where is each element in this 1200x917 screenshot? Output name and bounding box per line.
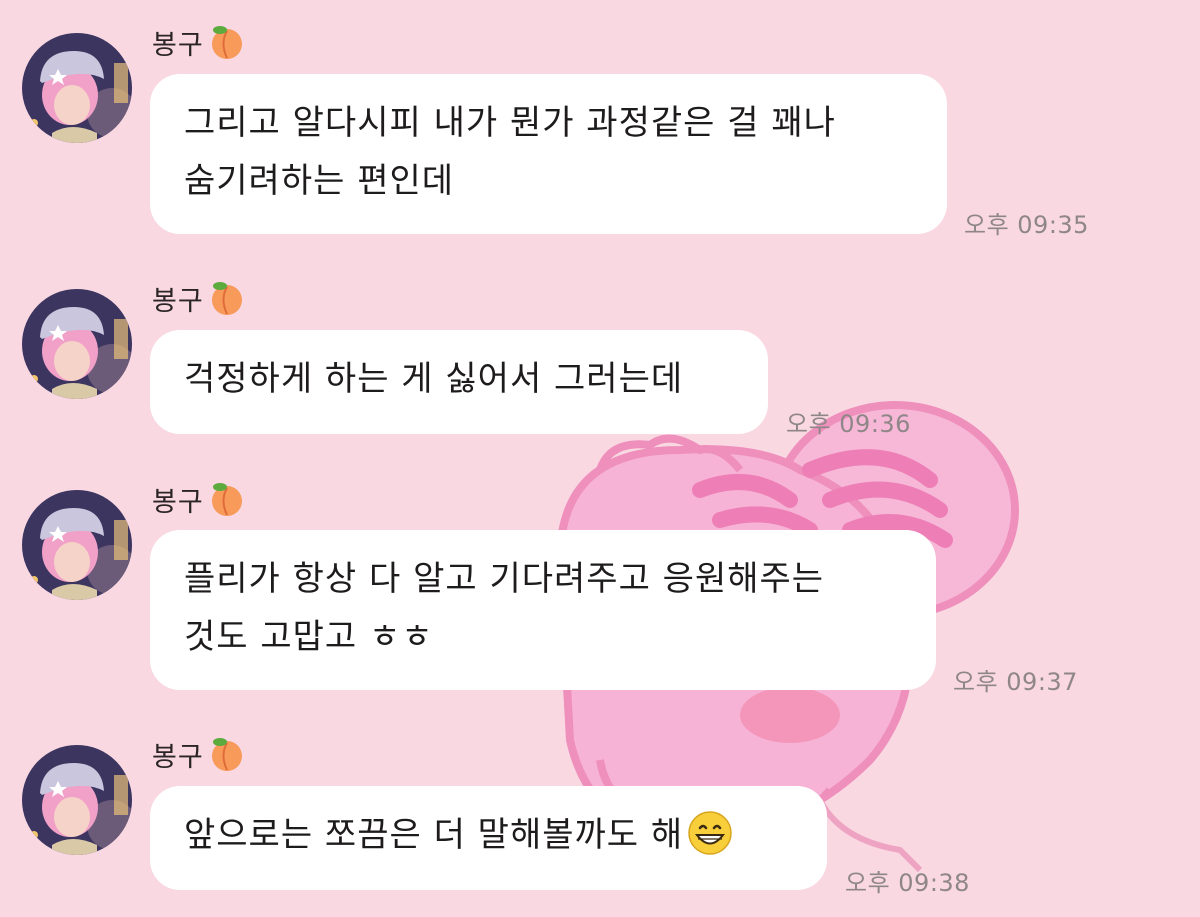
peach-icon <box>211 738 242 771</box>
message-timestamp: 오후 09:36 <box>786 410 911 438</box>
peach-icon <box>211 282 242 315</box>
grinning-face-icon <box>688 810 732 855</box>
peach-icon <box>211 26 242 59</box>
message-bubble[interactable]: 걱정하게 하는 게 싫어서 그러는데 <box>150 330 768 434</box>
sender-header: 봉구 <box>152 22 246 62</box>
avatar-image <box>22 745 132 855</box>
message-timestamp: 오후 09:35 <box>964 211 1089 239</box>
message-bubble[interactable]: 앞으로는 쪼끔은 더 말해볼까도 해 <box>150 786 827 890</box>
message-timestamp: 오후 09:37 <box>953 668 1078 696</box>
avatar-image <box>22 289 132 399</box>
message-bubble[interactable]: 플리가 항상 다 알고 기다려주고 응원해주는 것도 고맙고 ㅎㅎ <box>150 530 936 690</box>
sender-header: 봉구 <box>152 734 246 774</box>
sender-name: 봉구 <box>152 285 204 317</box>
message-text-line: 숨기려하는 편인데 <box>184 161 455 201</box>
message-bubble[interactable]: 그리고 알다시피 내가 뭔가 과정같은 걸 꽤나 숨기려하는 편인데 <box>150 74 947 234</box>
avatar[interactable] <box>22 490 132 600</box>
message-text: 앞으로는 쪼끔은 더 말해볼까도 해 <box>184 815 684 855</box>
avatar[interactable] <box>22 33 132 143</box>
sender-header: 봉구 <box>152 278 246 318</box>
sender-name: 봉구 <box>152 741 204 773</box>
sender-name: 봉구 <box>152 29 204 61</box>
avatar[interactable] <box>22 289 132 399</box>
sender-header: 봉구 <box>152 479 246 519</box>
message-text-line: 그리고 알다시피 내가 뭔가 과정같은 걸 꽤나 <box>184 103 836 143</box>
message-timestamp: 오후 09:38 <box>845 869 970 897</box>
peach-icon <box>211 483 242 516</box>
message-text-line: 앞으로는 쪼끔은 더 말해볼까도 해 <box>184 806 793 864</box>
message-text-line: 플리가 항상 다 알고 기다려주고 응원해주는 <box>184 559 825 599</box>
message-text-line: 걱정하게 하는 게 싫어서 그러는데 <box>184 359 684 399</box>
message-text-line: 것도 고맙고 ㅎㅎ <box>184 617 434 657</box>
avatar[interactable] <box>22 745 132 855</box>
avatar-image <box>22 490 132 600</box>
avatar-image <box>22 33 132 143</box>
sender-name: 봉구 <box>152 486 204 518</box>
